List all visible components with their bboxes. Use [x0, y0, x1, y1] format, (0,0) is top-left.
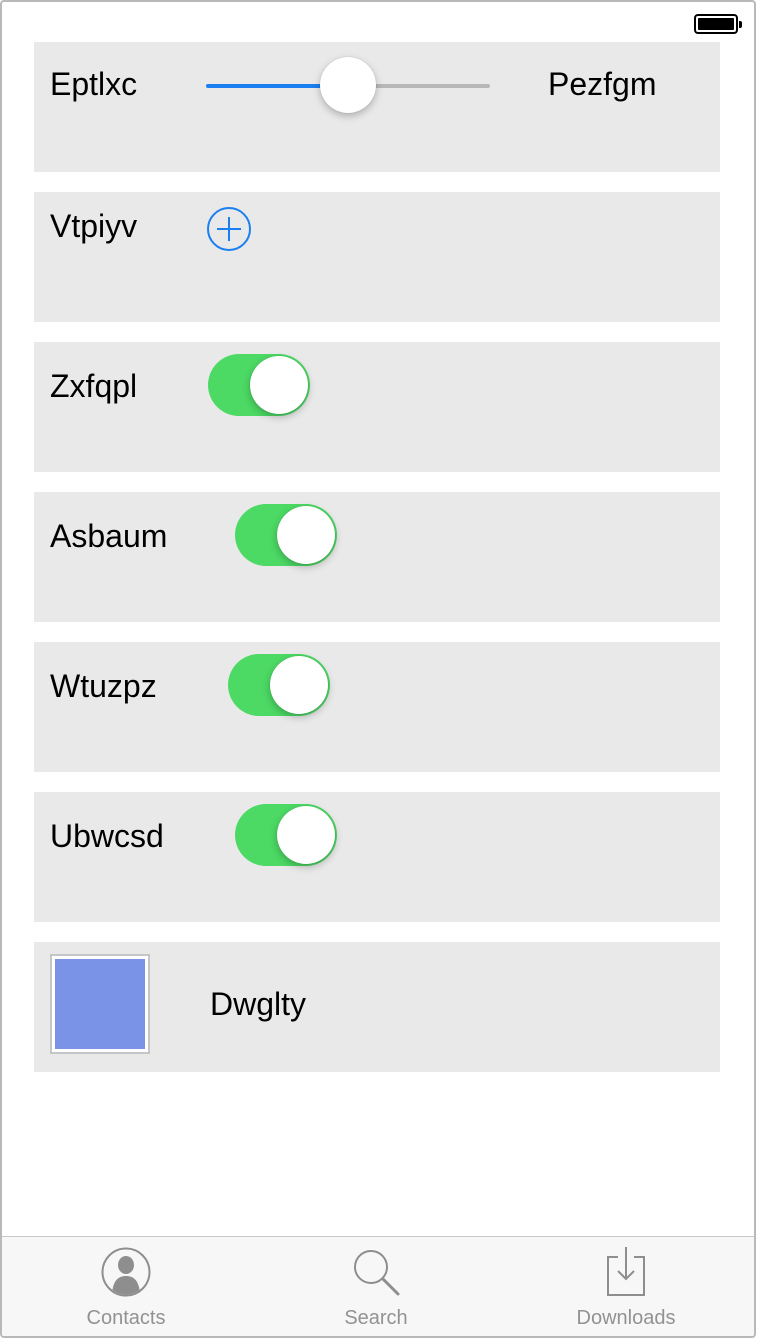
toggle-knob	[270, 656, 328, 714]
toggle-switch[interactable]	[228, 654, 330, 716]
tab-label: Downloads	[576, 1307, 676, 1329]
tab-contacts[interactable]: Contacts	[26, 1237, 226, 1336]
toggle-row: Asbaum	[34, 492, 720, 622]
contacts-icon	[101, 1247, 151, 1297]
toggle-label: Ubwcsd	[50, 818, 164, 854]
toggle-knob	[277, 806, 335, 864]
color-row: Dwglty	[34, 942, 720, 1072]
color-swatch-fill	[55, 959, 145, 1049]
toggle-label: Wtuzpz	[50, 668, 157, 704]
add-row-label: Vtpiyv	[50, 208, 138, 244]
toggle-row: Zxfqpl	[34, 342, 720, 472]
slider-thumb[interactable]	[320, 57, 376, 113]
slider-max-label: Pezfgm	[548, 66, 657, 102]
color-row-label: Dwglty	[210, 986, 307, 1022]
tab-label: Search	[344, 1307, 408, 1329]
tab-label: Contacts	[86, 1307, 166, 1329]
toggle-knob	[250, 356, 308, 414]
tab-search[interactable]: Search	[276, 1237, 476, 1336]
toggle-label: Zxfqpl	[50, 368, 138, 404]
color-swatch[interactable]	[50, 954, 150, 1054]
toggle-switch[interactable]	[208, 354, 310, 416]
toggle-knob	[277, 506, 335, 564]
downloads-icon	[607, 1247, 645, 1296]
tab-downloads[interactable]: Downloads	[526, 1237, 726, 1336]
value-slider[interactable]	[206, 57, 490, 113]
tab-bar: Contacts Search Downloads	[2, 1236, 754, 1336]
status-bar	[2, 2, 754, 42]
slider-row: Eptlxc Pezfgm	[34, 42, 720, 172]
toggle-label: Asbaum	[50, 518, 168, 554]
phone-screen: Eptlxc Pezfgm Vtpiyv Zxfqpl Asbaum Wtuzp…	[0, 0, 756, 1338]
toggle-row: Wtuzpz	[34, 642, 720, 772]
add-row: Vtpiyv	[34, 192, 720, 322]
search-icon	[354, 1250, 400, 1296]
toggle-switch[interactable]	[235, 504, 337, 566]
battery-full-icon	[694, 14, 742, 34]
toggle-switch[interactable]	[235, 804, 337, 866]
toggle-row: Ubwcsd	[34, 792, 720, 922]
slider-min-label: Eptlxc	[50, 66, 138, 102]
plus-circle-icon[interactable]	[206, 206, 252, 252]
